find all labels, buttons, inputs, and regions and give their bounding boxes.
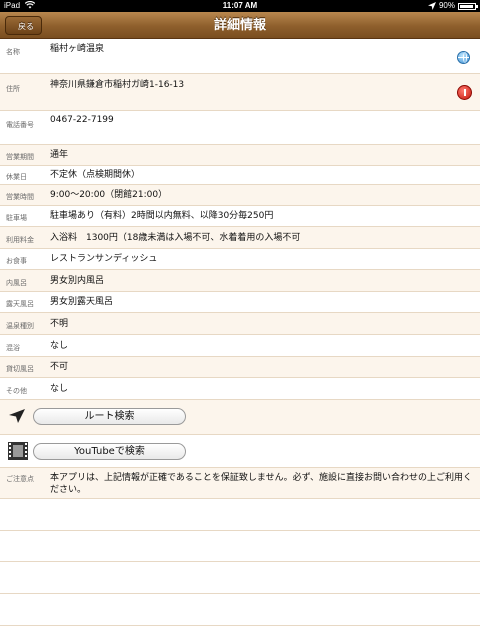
- detail-label: 住所: [6, 86, 20, 93]
- detail-label: 名称: [6, 49, 20, 56]
- detail-row-address: 住所 神奈川県鎌倉市稲村ガ崎1-16-13: [0, 74, 480, 111]
- detail-row-mixed-bath: 混浴 なし: [0, 335, 480, 357]
- detail-label: 貸切風呂: [6, 366, 34, 373]
- detail-row-name: 名称 稲村ヶ崎温泉: [0, 40, 480, 74]
- detail-label: 休業日: [6, 174, 27, 181]
- detail-label: 露天風呂: [6, 301, 34, 308]
- map-pin-icon[interactable]: [457, 85, 472, 100]
- detail-row-outdoor-bath: 露天風呂 男女別露天風呂: [0, 292, 480, 313]
- notice-text: 本アプリは、上記情報が正確であることを保証致しません。必ず、施設に直接お問い合わ…: [50, 473, 473, 495]
- detail-value: 男女別内風呂: [50, 276, 105, 286]
- detail-label: 混浴: [6, 345, 20, 352]
- empty-row: [0, 531, 480, 562]
- page-title: 詳細情報: [213, 18, 266, 33]
- detail-row-closed-days: 休業日 不定休（点検期間休）: [0, 166, 480, 185]
- detail-row-hours: 営業時間 9:00～20:00（閉館21:00）: [0, 185, 480, 206]
- youtube-search-label: YouTubeで検索: [74, 446, 145, 457]
- detail-label: その他: [6, 388, 27, 395]
- back-button[interactable]: 戻る: [5, 16, 42, 35]
- notice-label: ご注意点: [6, 476, 34, 483]
- detail-row-season: 営業期間 通年: [0, 145, 480, 166]
- status-right: 90%: [427, 0, 478, 12]
- navigation-arrow-icon: [9, 409, 25, 423]
- status-bar: iPad 11:07 AM 90%: [0, 0, 480, 12]
- detail-row-fee: 利用料金 入浴料 1300円（18歳未満は入場不可、水着着用の入場不可: [0, 227, 480, 249]
- detail-label: 利用料金: [6, 237, 34, 244]
- detail-label: 温泉種別: [6, 323, 34, 330]
- detail-row-phone: 電話番号 0467-22-7199: [0, 111, 480, 145]
- detail-value: なし: [50, 384, 69, 394]
- detail-value: 不明: [50, 319, 69, 329]
- detail-value: 神奈川県鎌倉市稲村ガ崎1-16-13: [50, 80, 185, 90]
- empty-row: [0, 499, 480, 531]
- detail-value[interactable]: 0467-22-7199: [50, 114, 460, 126]
- detail-label: 営業期間: [6, 154, 34, 161]
- detail-value: レストランサンディッシュ: [50, 254, 158, 264]
- battery-percent: 90%: [438, 1, 455, 10]
- detail-row-dining: お食事 レストランサンディッシュ: [0, 249, 480, 270]
- battery-icon: [458, 2, 478, 10]
- detail-value: 駐車場あり（有料）2時間以内無料、以降30分毎250円: [50, 211, 274, 221]
- film-icon: [8, 442, 28, 460]
- clock: 11:07 AM: [222, 1, 258, 10]
- youtube-search-row: YouTubeで検索: [0, 435, 480, 468]
- empty-row: [0, 562, 480, 594]
- detail-row-private-bath: 貸切風呂 不可: [0, 357, 480, 378]
- detail-row-indoor-bath: 内風呂 男女別内風呂: [0, 270, 480, 292]
- route-search-label: ルート検索: [84, 411, 135, 422]
- location-arrow-icon: [427, 2, 436, 10]
- notice-row: ご注意点 本アプリは、上記情報が正確であることを保証致しません。必ず、施設に直接…: [0, 468, 480, 499]
- youtube-search-button[interactable]: YouTubeで検索: [33, 443, 186, 460]
- route-search-row: ルート検索: [0, 400, 480, 435]
- detail-label: 内風呂: [6, 280, 27, 287]
- detail-label: 営業時間: [6, 194, 34, 201]
- detail-value: 不定休（点検期間休）: [50, 170, 141, 180]
- empty-row: [0, 594, 480, 626]
- detail-row-other: その他 なし: [0, 378, 480, 400]
- detail-value: 9:00～20:00（閉館21:00）: [50, 190, 168, 200]
- globe-icon[interactable]: [457, 51, 470, 64]
- detail-value: 稲村ヶ崎温泉: [50, 44, 105, 54]
- detail-row-spring-type: 温泉種別 不明: [0, 313, 480, 335]
- detail-label: 電話番号: [6, 122, 34, 129]
- detail-label: 駐車場: [6, 215, 27, 222]
- detail-value: なし: [50, 341, 69, 351]
- detail-value: 通年: [50, 150, 69, 160]
- route-search-button[interactable]: ルート検索: [33, 408, 186, 425]
- detail-label: お食事: [6, 258, 27, 265]
- detail-value: 不可: [50, 362, 69, 372]
- detail-value: 男女別露天風呂: [50, 297, 114, 307]
- detail-row-parking: 駐車場 駐車場あり（有料）2時間以内無料、以降30分毎250円: [0, 206, 480, 227]
- detail-value: 入浴料 1300円（18歳未満は入場不可、水着着用の入場不可: [50, 233, 301, 243]
- navigation-bar: 詳細情報 戻る: [0, 12, 480, 39]
- back-button-label: 戻る: [18, 22, 34, 31]
